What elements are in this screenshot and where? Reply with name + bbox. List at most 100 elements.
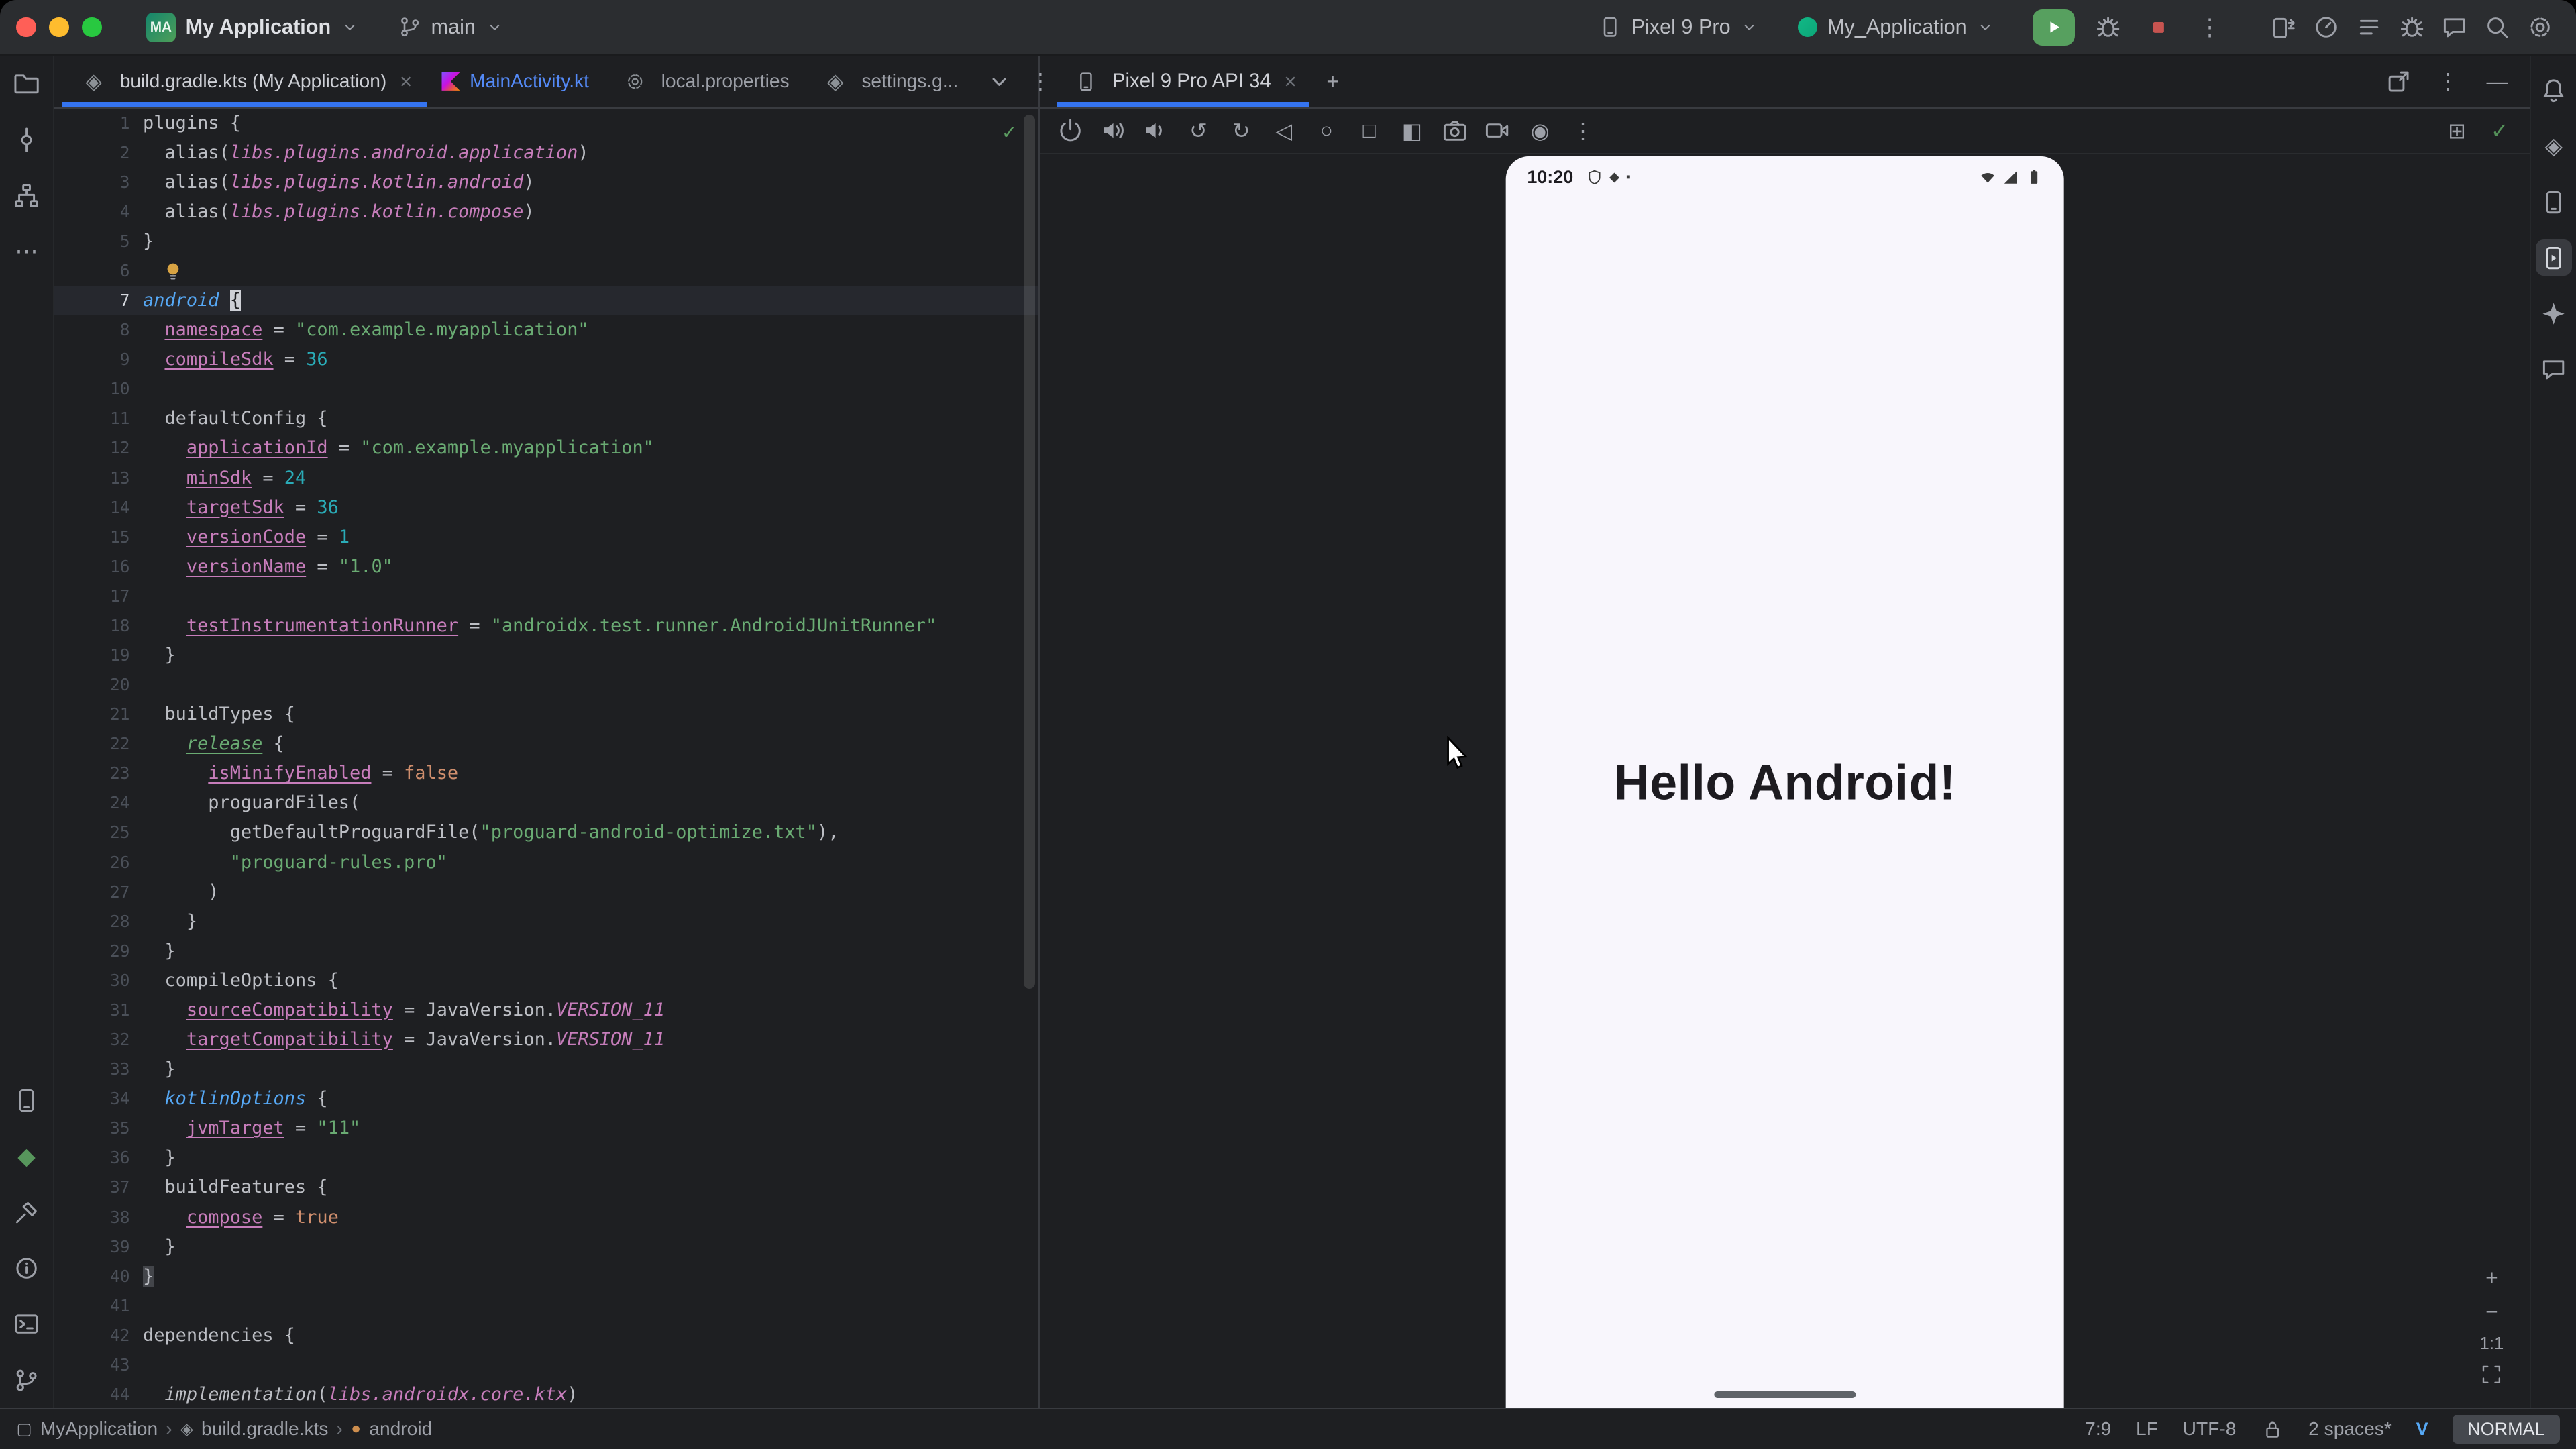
commit-tool-icon[interactable]	[8, 121, 44, 158]
rotate-right-icon[interactable]: ↻	[1226, 115, 1257, 147]
code-line[interactable]: 12 applicationId = "com.example.myapplic…	[54, 433, 1038, 463]
line-number[interactable]: 43	[54, 1350, 143, 1380]
code-line[interactable]: 37 buildFeatures {	[54, 1173, 1038, 1202]
code-line[interactable]: 6	[54, 256, 1038, 286]
signal-icon[interactable]	[2002, 168, 2020, 186]
terminal-tool-icon[interactable]	[8, 1306, 44, 1342]
hide-panel-icon[interactable]: —	[2481, 65, 2514, 98]
device-screen[interactable]: 10:20 ◆▪ Hello Android!	[1505, 156, 2064, 1408]
indent-config[interactable]: 2 spaces*	[2308, 1418, 2392, 1440]
more-actions-icon[interactable]: ⋮	[1567, 115, 1599, 147]
line-number[interactable]: 20	[54, 670, 143, 700]
line-number[interactable]: 29	[54, 936, 143, 966]
home-icon[interactable]: ○	[1311, 115, 1342, 147]
minimize-window-button[interactable]	[49, 17, 68, 37]
code-line[interactable]: 40}	[54, 1262, 1038, 1291]
line-number[interactable]: 35	[54, 1114, 143, 1143]
code-line[interactable]: 22 release {	[54, 729, 1038, 759]
breadcrumb-item[interactable]: ◈build.gradle.kts	[180, 1418, 328, 1440]
line-number[interactable]: 25	[54, 818, 143, 847]
volume-down-icon[interactable]	[1140, 115, 1172, 147]
code-line[interactable]: 5}	[54, 227, 1038, 256]
notifications-icon[interactable]	[2536, 72, 2572, 109]
file-encoding[interactable]: UTF-8	[2183, 1418, 2237, 1440]
running-devices-tool-icon[interactable]	[2536, 239, 2572, 276]
line-number[interactable]: 10	[54, 374, 143, 404]
vim-mode-indicator[interactable]: NORMAL	[2453, 1415, 2559, 1444]
code-line[interactable]: 15 versionCode = 1	[54, 523, 1038, 552]
line-number[interactable]: 22	[54, 729, 143, 759]
search-everywhere-icon[interactable]	[2481, 11, 2514, 44]
wifi-icon[interactable]	[1979, 168, 1997, 186]
structure-tool-icon[interactable]	[8, 177, 44, 213]
line-number[interactable]: 1	[54, 109, 143, 138]
open-in-new-window-icon[interactable]	[2382, 65, 2415, 98]
line-number[interactable]: 18	[54, 611, 143, 641]
line-number[interactable]: 24	[54, 788, 143, 818]
code-line[interactable]: 41	[54, 1291, 1038, 1321]
line-number[interactable]: 4	[54, 197, 143, 227]
volume-up-icon[interactable]	[1097, 115, 1129, 147]
gemini-tool-icon[interactable]	[2536, 296, 2572, 332]
read-only-toggle-icon[interactable]	[2261, 1417, 2284, 1440]
fullscreen-window-button[interactable]	[82, 17, 101, 37]
line-number[interactable]: 31	[54, 996, 143, 1025]
editor-scrollbar[interactable]	[1024, 115, 1035, 989]
settings-icon[interactable]	[2524, 11, 2557, 44]
code-line[interactable]: 20	[54, 670, 1038, 700]
screen-record-icon[interactable]	[1482, 115, 1513, 147]
line-number[interactable]: 8	[54, 315, 143, 345]
display-mode-icon[interactable]: ⊞	[2441, 115, 2473, 147]
vpn-shield-icon[interactable]	[1587, 169, 1603, 185]
breadcrumb-item[interactable]: ▢MyApplication	[16, 1418, 158, 1440]
app-quality-insights-icon[interactable]	[2536, 352, 2572, 388]
line-number[interactable]: 21	[54, 700, 143, 729]
line-number[interactable]: 13	[54, 464, 143, 493]
line-number[interactable]: 15	[54, 523, 143, 552]
logcat-tool-icon[interactable]	[8, 1083, 44, 1119]
more-run-actions-icon[interactable]: ⋮	[2192, 9, 2228, 46]
line-number[interactable]: 16	[54, 552, 143, 582]
panel-options-icon[interactable]: ⋮	[2432, 65, 2465, 98]
code-line[interactable]: 34 kotlinOptions {	[54, 1084, 1038, 1114]
code-line[interactable]: 23 isMinifyEnabled = false	[54, 759, 1038, 788]
snapshots-icon[interactable]: ◉	[1524, 115, 1556, 147]
editor-tab[interactable]: local.properties	[604, 56, 804, 107]
problems-tool-icon[interactable]	[8, 1250, 44, 1287]
line-number[interactable]: 2	[54, 138, 143, 168]
line-number[interactable]: 12	[54, 433, 143, 463]
app-inspection-icon[interactable]	[2396, 11, 2428, 44]
device-manager-icon[interactable]	[2267, 11, 2300, 44]
debug-button[interactable]	[2090, 9, 2126, 46]
code-line[interactable]: 36 }	[54, 1143, 1038, 1173]
line-number[interactable]: 9	[54, 345, 143, 374]
inspections-ok-icon[interactable]: ✓	[1003, 117, 1016, 146]
code-line[interactable]: 27 )	[54, 877, 1038, 907]
build-tool-icon[interactable]	[8, 1194, 44, 1230]
screenshot-icon[interactable]	[1439, 115, 1470, 147]
line-number[interactable]: 38	[54, 1203, 143, 1232]
new-device-tab-icon[interactable]: +	[1316, 65, 1349, 98]
code-line[interactable]: 24 proguardFiles(	[54, 788, 1038, 818]
code-line[interactable]: 43	[54, 1350, 1038, 1380]
device-manager-icon[interactable]	[2536, 184, 2572, 220]
editor-tab[interactable]: MainActivity.kt	[427, 56, 604, 107]
line-number[interactable]: 7	[54, 286, 143, 315]
version-control-tool-icon[interactable]	[8, 1362, 44, 1398]
overview-icon[interactable]: □	[1354, 115, 1385, 147]
editor-tab[interactable]: ◈build.gradle.kts (My Application)×	[62, 56, 427, 107]
code-line[interactable]: 8 namespace = "com.example.myapplication…	[54, 315, 1038, 345]
code-line[interactable]: 28 }	[54, 907, 1038, 936]
line-number[interactable]: 33	[54, 1055, 143, 1084]
code-line[interactable]: 1plugins {	[54, 109, 1038, 138]
breadcrumb-item[interactable]: ●android	[351, 1418, 432, 1440]
code-line[interactable]: 11 defaultConfig {	[54, 404, 1038, 433]
line-number[interactable]: 30	[54, 966, 143, 996]
hidden-tabs-chevron-icon[interactable]	[983, 65, 1016, 98]
adb-icon[interactable]: ▪	[1626, 170, 1631, 185]
line-number[interactable]: 19	[54, 641, 143, 670]
code-line[interactable]: 16 versionName = "1.0"	[54, 552, 1038, 582]
code-line[interactable]: 44 implementation(libs.androidx.core.ktx…	[54, 1380, 1038, 1408]
code-line[interactable]: 31 sourceCompatibility = JavaVersion.VER…	[54, 996, 1038, 1025]
code-line[interactable]: 2 alias(libs.plugins.android.application…	[54, 138, 1038, 168]
